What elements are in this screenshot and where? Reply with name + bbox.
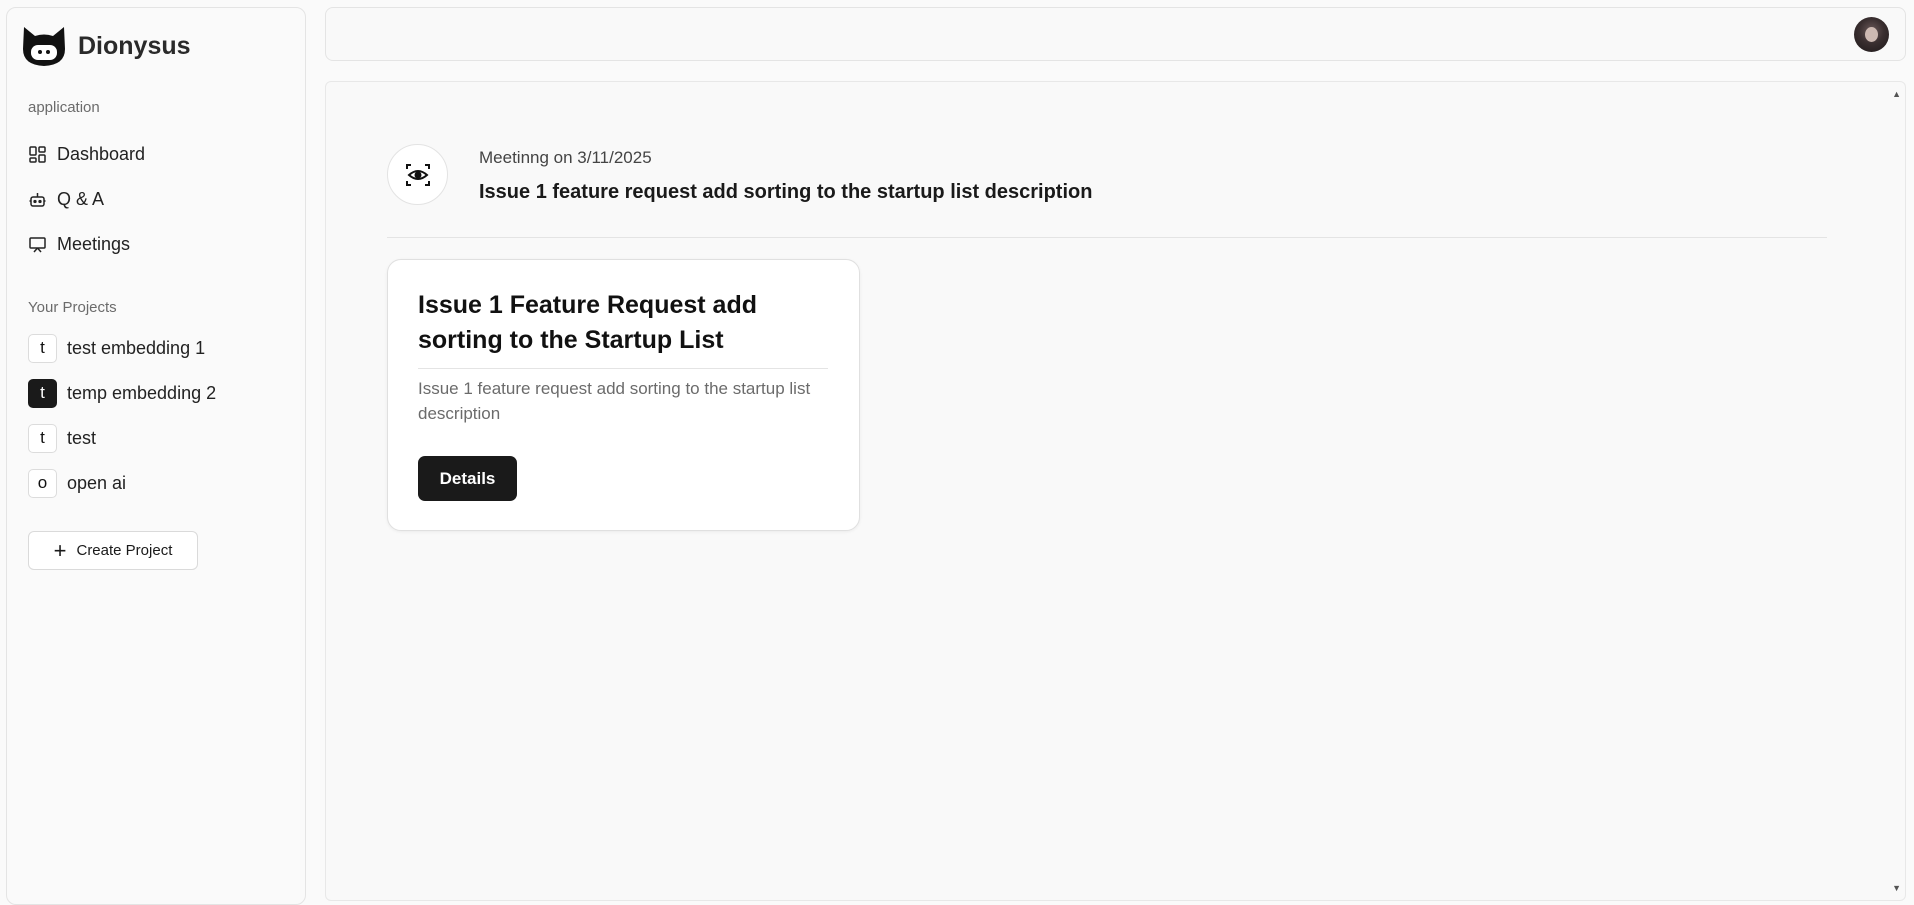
project-item-temp-embedding-2[interactable]: t temp embedding 2: [28, 378, 216, 408]
project-label: open ai: [67, 472, 127, 493]
issue-title: Issue 1 Feature Request add sorting to t…: [418, 291, 758, 354]
brand[interactable]: Dionysus: [19, 21, 191, 71]
projects-section-label: Your Projects: [28, 299, 117, 316]
project-badge: t: [28, 333, 57, 363]
robot-icon: [28, 190, 47, 209]
create-project-label: Create Project: [76, 542, 173, 559]
project-item-test-embedding-1[interactable]: t test embedding 1: [28, 333, 205, 363]
nav-item-label: Q & A: [57, 188, 105, 209]
details-button[interactable]: Details: [418, 456, 517, 501]
project-badge: o: [28, 468, 57, 498]
sidebar: Dionysus application Dashboard Q & A Mee…: [6, 7, 306, 905]
issue-divider: [418, 368, 828, 369]
project-badge: t: [28, 423, 57, 453]
cat-face-logo-icon: [23, 27, 65, 66]
project-item-test[interactable]: t test: [28, 423, 96, 453]
nav-item-qa[interactable]: Q & A: [28, 184, 104, 214]
create-project-button[interactable]: + Create Project: [28, 531, 198, 570]
project-label: temp embedding 2: [67, 382, 217, 403]
main-content: ▲ ▼ Meetinng on 3/11/2025 Issue 1 featur…: [325, 81, 1906, 901]
nav-item-meetings[interactable]: Meetings: [28, 229, 130, 259]
scroll-down-arrow-icon[interactable]: ▼: [1892, 883, 1901, 893]
plus-icon: +: [53, 537, 67, 563]
project-label: test: [67, 427, 97, 448]
nav-item-label: Dashboard: [57, 143, 146, 164]
issue-card: Issue 1 Feature Request add sorting to t…: [387, 259, 860, 531]
vertical-scrollbar[interactable]: ▲ ▼: [1887, 82, 1905, 900]
dashboard-icon: [28, 145, 47, 164]
project-label: test embedding 1: [67, 337, 206, 358]
user-avatar[interactable]: [1854, 17, 1889, 52]
section-divider: [387, 237, 1827, 238]
project-badge: t: [28, 378, 57, 408]
meeting-date: Meetinng on 3/11/2025: [479, 148, 652, 167]
application-section-label: application: [28, 99, 100, 116]
meeting-title: Issue 1 feature request add sorting to t…: [479, 181, 1093, 203]
scroll-up-arrow-icon[interactable]: ▲: [1892, 89, 1901, 99]
issue-description: Issue 1 feature request add sorting to t…: [418, 379, 811, 423]
nav-item-label: Meetings: [57, 233, 131, 254]
project-item-open-ai[interactable]: o open ai: [28, 468, 126, 498]
top-bar: [325, 7, 1906, 61]
nav-item-dashboard[interactable]: Dashboard: [28, 139, 145, 169]
app-name: Dionysus: [78, 31, 191, 60]
presentation-icon: [28, 235, 47, 254]
eye-scan-icon: [387, 144, 448, 205]
